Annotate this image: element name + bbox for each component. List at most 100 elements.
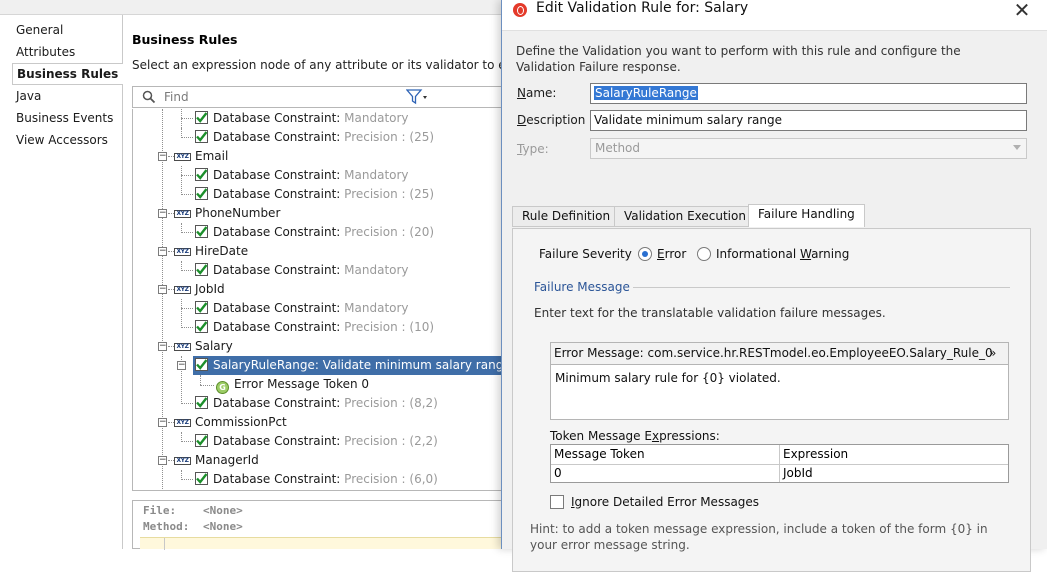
tree-item-constraint[interactable]: Database Constraint: Mandatory <box>195 299 409 318</box>
attribute-icon: XYZ <box>174 343 191 351</box>
nav-item-java[interactable]: Java <box>16 89 41 103</box>
attribute-icon: XYZ <box>174 248 191 256</box>
checkmark-icon <box>195 320 208 333</box>
failure-handling-panel: Failure Severity Error Informational War… <box>512 228 1031 572</box>
chevron-down-icon <box>1013 145 1021 150</box>
tree-item-constraint[interactable]: Database Constraint: Precision : (20) <box>195 223 434 242</box>
collapse-icon[interactable]: − <box>158 209 167 218</box>
page-subtitle: Select an expression node of any attribu… <box>132 58 522 72</box>
tab-rule-definition[interactable]: Rule Definition <box>512 206 621 227</box>
checkmark-icon <box>195 130 208 143</box>
tree-item-constraint[interactable]: Database Constraint: Mandatory <box>195 109 409 128</box>
business-rules-tree[interactable]: Database Constraint: Mandatory Database … <box>132 109 502 491</box>
tab-validation-execution[interactable]: Validation Execution <box>614 206 756 227</box>
warning-radio-label[interactable]: Informational Warning <box>716 247 849 261</box>
close-icon[interactable]: ✕ <box>1010 0 1034 22</box>
tree-item-constraint[interactable]: Database Constraint: Precision : (6,0) <box>195 470 438 489</box>
dialog-body: Define the Validation you want to perfor… <box>502 30 1047 572</box>
left-navigation: General Attributes Business Rules Java B… <box>0 15 123 549</box>
checkmark-icon <box>195 396 208 409</box>
tree-item-constraint[interactable]: Database Constraint: Precision : (2,2) <box>195 432 438 451</box>
checkmark-icon <box>195 358 208 371</box>
filter-icon[interactable] <box>405 89 428 108</box>
tree-item-attribute[interactable]: XYZ Salary <box>174 337 233 356</box>
collapse-icon[interactable]: − <box>158 456 167 465</box>
search-icon <box>142 90 156 107</box>
checkmark-icon <box>195 434 208 447</box>
name-label: Name: <box>517 86 557 100</box>
column-header-message-token: Message Token <box>551 445 780 465</box>
search-bar[interactable]: Find <box>132 86 502 108</box>
collapse-icon[interactable]: − <box>177 361 186 370</box>
collapse-icon[interactable]: − <box>158 285 167 294</box>
tree-item-constraint[interactable]: Database Constraint: Mandatory <box>195 166 409 185</box>
collapse-icon[interactable]: − <box>158 152 167 161</box>
tree-item-constraint[interactable]: Database Constraint: Precision : (8,2) <box>195 394 438 413</box>
checkmark-icon <box>195 111 208 124</box>
tree-item-attribute[interactable]: XYZ Email <box>174 147 228 166</box>
more-icon[interactable]: » <box>989 343 996 363</box>
tree-item-constraint[interactable]: Database Constraint: Mandatory <box>195 261 409 280</box>
collapse-icon[interactable]: − <box>158 418 167 427</box>
description-field[interactable]: Validate minimum salary range <box>590 110 1027 131</box>
tree-item-attribute[interactable]: XYZ CommissionPct <box>174 413 287 432</box>
nav-item-view-accessors[interactable]: View Accessors <box>16 133 108 147</box>
token-expressions-table[interactable]: Message Token Expression 0 JobId <box>550 444 1009 483</box>
tree-item-rule-selected[interactable]: SalaryRuleRange: Validate minimum salary… <box>193 356 501 375</box>
attribute-icon: XYZ <box>174 286 191 294</box>
error-message-box: Error Message: com.service.hr.RESTmodel.… <box>550 342 1009 420</box>
tab-failure-handling[interactable]: Failure Handling <box>748 204 865 227</box>
page-title: Business Rules <box>132 32 238 47</box>
tree-item-token[interactable]: G Error Message Token 0 <box>216 375 369 394</box>
token-icon: G <box>216 381 229 394</box>
failure-message-title: Failure Message <box>534 280 630 294</box>
hint-text: Hint: to add a token message expression,… <box>530 522 988 552</box>
dialog-description: Define the Validation you want to perfor… <box>516 44 961 74</box>
attribute-icon: XYZ <box>174 457 191 465</box>
collapse-icon[interactable]: − <box>158 342 167 351</box>
tree-item-constraint[interactable]: Database Constraint: Precision : (25) <box>195 185 434 204</box>
table-cell[interactable]: 0 <box>551 465 780 482</box>
tree-item-attribute[interactable]: XYZ JobId <box>174 280 225 299</box>
error-message-text[interactable]: Minimum salary rule for {0} violated. <box>555 371 781 385</box>
collapse-icon[interactable]: − <box>158 247 167 256</box>
failure-message-description: Enter text for the translatable validati… <box>534 306 886 320</box>
ignore-detailed-errors-checkbox[interactable] <box>550 495 564 509</box>
token-expressions-label: Token Message Expressions: <box>550 429 720 443</box>
tree-item-constraint[interactable]: Database Constraint: Precision : (25) <box>195 128 434 147</box>
attribute-icon: XYZ <box>174 153 191 161</box>
app-logo-icon <box>513 3 527 17</box>
warning-radio[interactable] <box>697 247 711 261</box>
error-message-header: Error Message: com.service.hr.RESTmodel.… <box>551 343 1008 365</box>
tree-item-attribute[interactable]: XYZ ManagerId <box>174 451 259 470</box>
tree-item-constraint[interactable]: Database Constraint: Precision : (10) <box>195 318 434 337</box>
nav-item-general[interactable]: General <box>16 23 63 37</box>
checkmark-icon <box>195 472 208 485</box>
top-strip <box>0 0 505 15</box>
search-input[interactable]: Find <box>164 90 189 104</box>
attribute-icon: XYZ <box>174 210 191 218</box>
dialog-titlebar[interactable]: Edit Validation Rule for: Salary ✕ <box>502 0 1047 30</box>
editor-strip <box>140 537 502 550</box>
tree-item-attribute[interactable]: XYZ HireDate <box>174 242 248 261</box>
edit-validation-rule-dialog: Edit Validation Rule for: Salary ✕ Defin… <box>501 0 1047 572</box>
method-info: Method: <None> <box>143 520 243 533</box>
type-select: Method <box>590 138 1027 159</box>
failure-severity-label: Failure Severity <box>539 247 632 261</box>
checkmark-icon <box>195 187 208 200</box>
nav-item-business-rules[interactable]: Business Rules <box>12 63 123 85</box>
file-info: File: <None> <box>143 504 243 517</box>
checkmark-icon <box>195 263 208 276</box>
checkmark-icon <box>195 225 208 238</box>
nav-item-business-events[interactable]: Business Events <box>16 111 113 125</box>
checkmark-icon <box>195 168 208 181</box>
name-field[interactable]: SalaryRuleRange <box>590 83 1027 104</box>
error-radio[interactable] <box>638 247 652 261</box>
table-cell[interactable]: JobId <box>780 465 1008 482</box>
error-radio-label[interactable]: Error <box>657 247 686 261</box>
ignore-detailed-errors-label[interactable]: Ignore Detailed Error Messages <box>571 495 759 509</box>
nav-item-attributes[interactable]: Attributes <box>16 45 75 59</box>
attribute-icon: XYZ <box>174 419 191 427</box>
tree-item-attribute[interactable]: XYZ PhoneNumber <box>174 204 280 223</box>
dialog-title: Edit Validation Rule for: Salary <box>536 0 749 16</box>
